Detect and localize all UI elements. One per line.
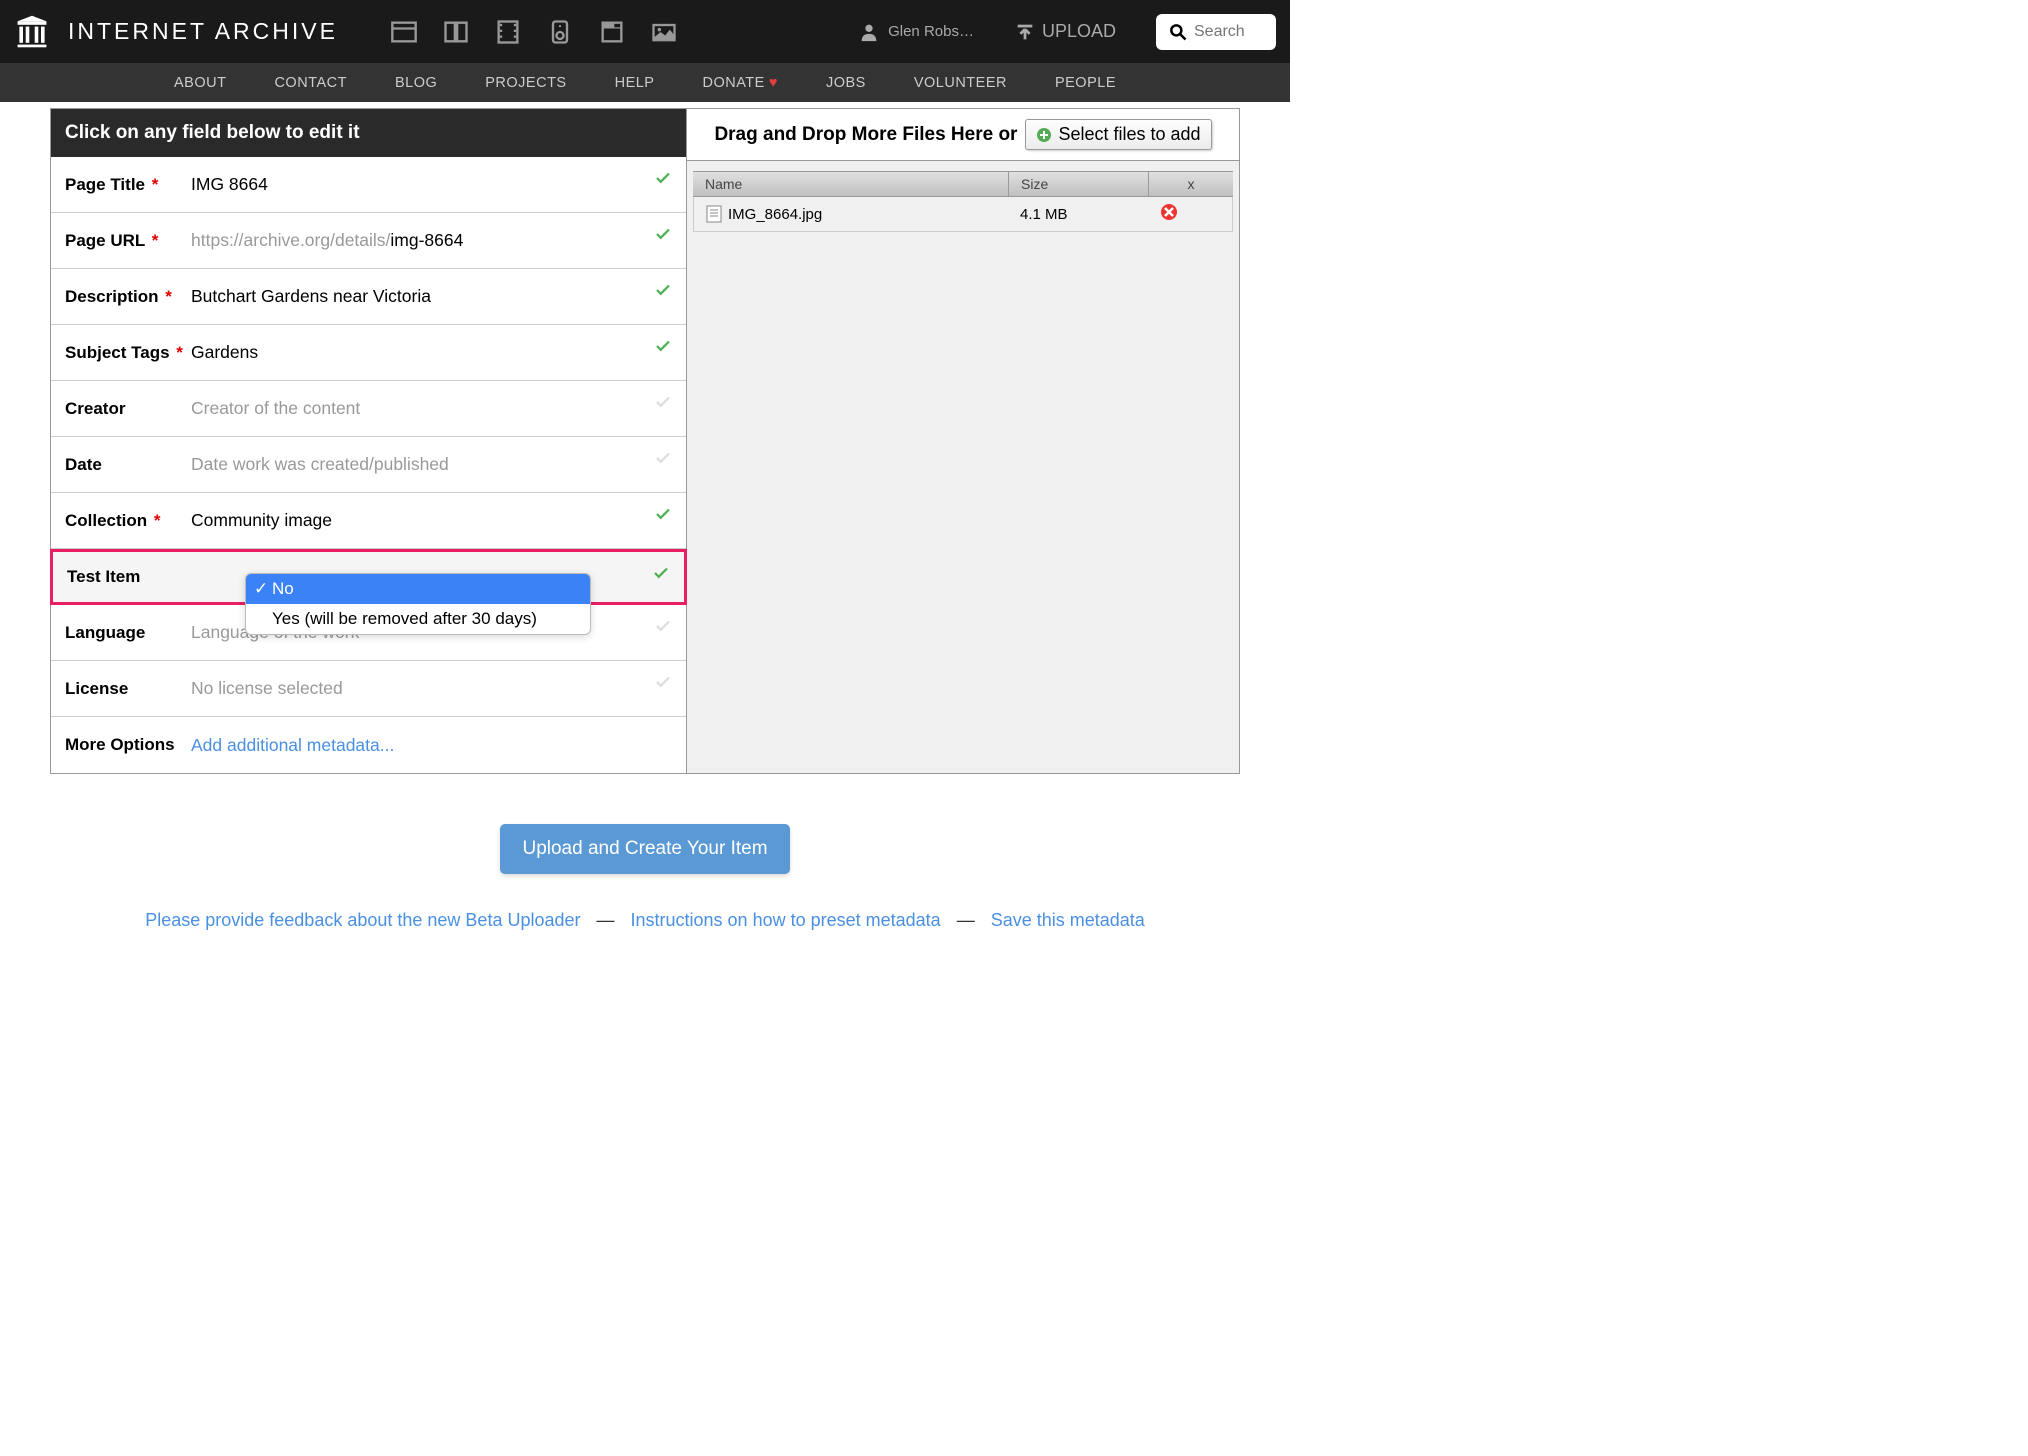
drop-zone-header: Drag and Drop More Files Here or Select … xyxy=(687,109,1239,161)
user-menu[interactable]: Glen Robs… xyxy=(858,21,974,43)
images-icon[interactable] xyxy=(650,18,678,46)
checkmark-icon xyxy=(654,617,672,635)
feedback-link[interactable]: Please provide feedback about the new Be… xyxy=(145,910,580,931)
field-page-title[interactable]: Page Title * IMG 8664 xyxy=(51,157,686,213)
brand-logo[interactable]: INTERNET ARCHIVE xyxy=(14,14,338,50)
field-license[interactable]: License No license selected xyxy=(51,661,686,717)
select-files-button[interactable]: Select files to add xyxy=(1025,119,1211,150)
metadata-panel-header: Click on any field below to edit it xyxy=(51,109,686,157)
subnav-volunteer[interactable]: VOLUNTEER xyxy=(914,75,1007,91)
delete-file-icon[interactable] xyxy=(1160,203,1178,221)
subnav-jobs[interactable]: JOBS xyxy=(826,75,866,91)
upload-icon xyxy=(1014,21,1036,43)
subnav-about[interactable]: ABOUT xyxy=(174,75,226,91)
search-input[interactable] xyxy=(1194,23,1264,41)
uploader-content: Click on any field below to edit it Page… xyxy=(50,108,1240,774)
archive-logo-icon xyxy=(14,14,50,50)
file-size: 4.1 MB xyxy=(1008,200,1148,229)
files-panel: Drag and Drop More Files Here or Select … xyxy=(687,109,1239,773)
license-placeholder: No license selected xyxy=(191,678,672,699)
category-icons xyxy=(390,18,678,46)
checkmark-icon xyxy=(654,337,672,355)
upload-submit-button[interactable]: Upload and Create Your Item xyxy=(500,824,789,874)
field-description[interactable]: Description * Butchart Gardens near Vict… xyxy=(51,269,686,325)
save-metadata-link[interactable]: Save this metadata xyxy=(991,910,1145,931)
metadata-panel: Click on any field below to edit it Page… xyxy=(51,109,687,773)
file-row: IMG_8664.jpg 4.1 MB xyxy=(693,197,1233,232)
checkmark-icon xyxy=(654,169,672,187)
file-table-header: Name Size x xyxy=(693,171,1233,197)
checkmark-icon xyxy=(654,281,672,299)
user-icon xyxy=(858,21,880,43)
field-creator[interactable]: Creator Creator of the content xyxy=(51,381,686,437)
footer-links: Please provide feedback about the new Be… xyxy=(0,910,1290,931)
url-slug: img-8664 xyxy=(390,230,463,250)
checkmark-icon xyxy=(654,505,672,523)
date-placeholder: Date work was created/published xyxy=(191,454,672,475)
checkmark-icon xyxy=(654,673,672,691)
field-page-url[interactable]: Page URL * https://archive.org/details/i… xyxy=(51,213,686,269)
creator-placeholder: Creator of the content xyxy=(191,398,672,419)
field-subject-tags[interactable]: Subject Tags * Gardens xyxy=(51,325,686,381)
upload-link[interactable]: UPLOAD xyxy=(1014,21,1116,43)
sub-nav-bar: ABOUT CONTACT BLOG PROJECTS HELP DONATE♥… xyxy=(0,63,1290,102)
bottom-area: Upload and Create Your Item Please provi… xyxy=(0,780,1290,961)
col-size: Size xyxy=(1009,172,1149,196)
web-icon[interactable] xyxy=(390,18,418,46)
file-name: IMG_8664.jpg xyxy=(728,206,822,223)
subnav-contact[interactable]: CONTACT xyxy=(274,75,347,91)
audio-icon[interactable] xyxy=(546,18,574,46)
col-name: Name xyxy=(693,172,1009,196)
upload-label: UPLOAD xyxy=(1042,21,1116,42)
software-icon[interactable] xyxy=(598,18,626,46)
instructions-link[interactable]: Instructions on how to preset metadata xyxy=(631,910,941,931)
video-icon[interactable] xyxy=(494,18,522,46)
subnav-projects[interactable]: PROJECTS xyxy=(485,75,566,91)
file-icon xyxy=(706,205,722,223)
field-test-item[interactable]: Test Item No Yes (will be removed after … xyxy=(50,549,687,605)
subject-tags-value: Gardens xyxy=(191,342,672,363)
checkmark-icon xyxy=(654,449,672,467)
heart-icon: ♥ xyxy=(769,75,778,91)
page-title-value: IMG 8664 xyxy=(191,174,672,195)
search-box[interactable] xyxy=(1156,14,1276,50)
subnav-help[interactable]: HELP xyxy=(615,75,655,91)
dropdown-option-no[interactable]: No xyxy=(246,574,590,604)
search-icon xyxy=(1168,21,1188,43)
subnav-people[interactable]: PEOPLE xyxy=(1055,75,1116,91)
brand-text: INTERNET ARCHIVE xyxy=(68,18,338,45)
description-value: Butchart Gardens near Victoria xyxy=(191,286,672,307)
texts-icon[interactable] xyxy=(442,18,470,46)
add-metadata-link[interactable]: Add additional metadata... xyxy=(191,735,394,756)
dropdown-option-yes[interactable]: Yes (will be removed after 30 days) xyxy=(246,604,590,634)
checkmark-icon xyxy=(654,393,672,411)
field-more-options: More Options Add additional metadata... xyxy=(51,717,686,773)
url-prefix: https://archive.org/details/ xyxy=(191,230,390,250)
top-nav-bar: INTERNET ARCHIVE Glen Robs… UPLOAD xyxy=(0,0,1290,63)
collection-value: Community image xyxy=(191,510,672,531)
drop-text: Drag and Drop More Files Here or xyxy=(714,124,1017,146)
field-date[interactable]: Date Date work was created/published xyxy=(51,437,686,493)
checkmark-icon xyxy=(652,564,670,582)
col-x: x xyxy=(1149,172,1233,196)
plus-circle-icon xyxy=(1036,127,1052,143)
subnav-blog[interactable]: BLOG xyxy=(395,75,437,91)
test-item-dropdown[interactable]: No Yes (will be removed after 30 days) xyxy=(245,573,591,635)
subnav-donate[interactable]: DONATE♥ xyxy=(702,75,777,91)
checkmark-icon xyxy=(654,225,672,243)
field-collection[interactable]: Collection * Community image xyxy=(51,493,686,549)
user-name-label: Glen Robs… xyxy=(888,23,974,40)
